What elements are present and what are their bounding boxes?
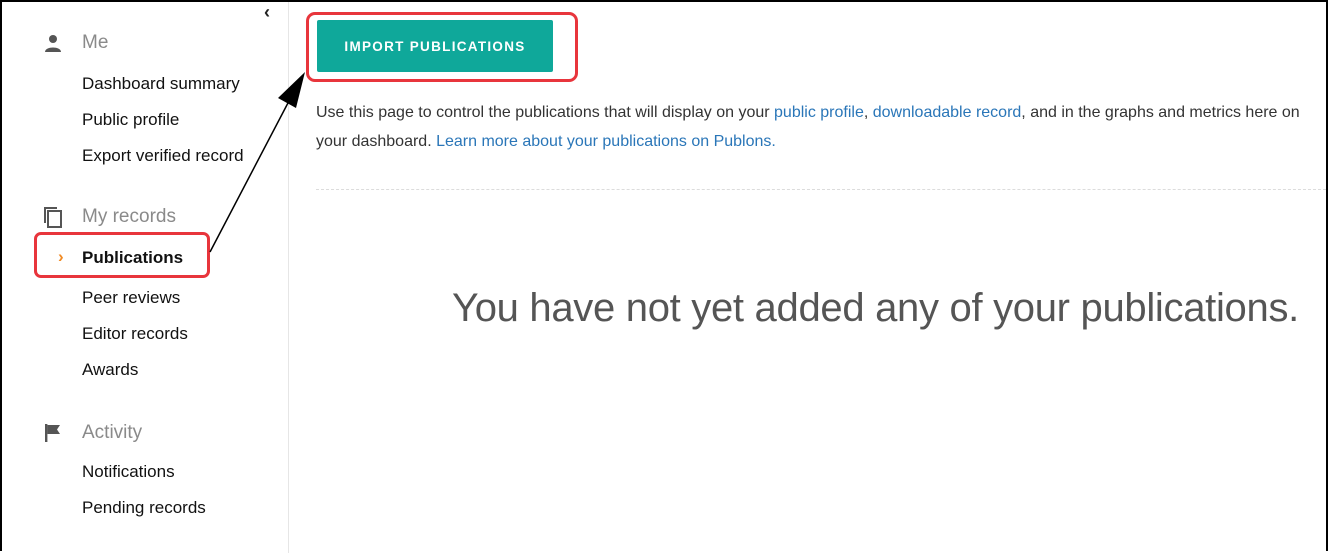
sidebar-item-awards[interactable]: Awards <box>82 360 138 380</box>
sidebar-item-pending-records[interactable]: Pending records <box>82 498 206 518</box>
section-me-label: Me <box>82 32 109 53</box>
intro-text: Use this page to control the publication… <box>316 98 1306 156</box>
empty-state-message: You have not yet added any of your publi… <box>452 286 1299 330</box>
sidebar-item-peer-reviews[interactable]: Peer reviews <box>82 288 180 308</box>
import-publications-button[interactable]: IMPORT PUBLICATIONS <box>317 20 553 72</box>
person-icon <box>42 32 64 54</box>
learn-more-link[interactable]: Learn more about your publications on Pu… <box>436 133 776 150</box>
section-activity-label: Activity <box>82 422 143 443</box>
section-my-records-label: My records <box>82 206 176 227</box>
sidebar-item-public-profile[interactable]: Public profile <box>82 110 179 130</box>
intro-text-part1: Use this page to control the publication… <box>316 104 775 121</box>
sidebar-item-editor-records[interactable]: Editor records <box>82 324 188 344</box>
sidebar-item-export-verified-record[interactable]: Export verified record <box>82 146 244 166</box>
flag-icon <box>42 422 64 444</box>
publications-highlight-box <box>34 232 210 278</box>
copy-icon <box>42 206 64 228</box>
public-profile-link[interactable]: public profile <box>774 104 864 121</box>
sidebar-item-dashboard-summary[interactable]: Dashboard summary <box>82 74 240 94</box>
chevron-left-icon[interactable]: ‹ <box>264 3 270 21</box>
sidebar-item-notifications[interactable]: Notifications <box>82 462 175 482</box>
section-me: Me <box>42 32 108 54</box>
section-divider <box>316 189 1326 190</box>
section-activity: Activity <box>42 422 142 444</box>
downloadable-record-link[interactable]: downloadable record <box>873 104 1022 121</box>
intro-text-sep: , <box>863 104 873 121</box>
section-my-records: My records <box>42 206 176 228</box>
